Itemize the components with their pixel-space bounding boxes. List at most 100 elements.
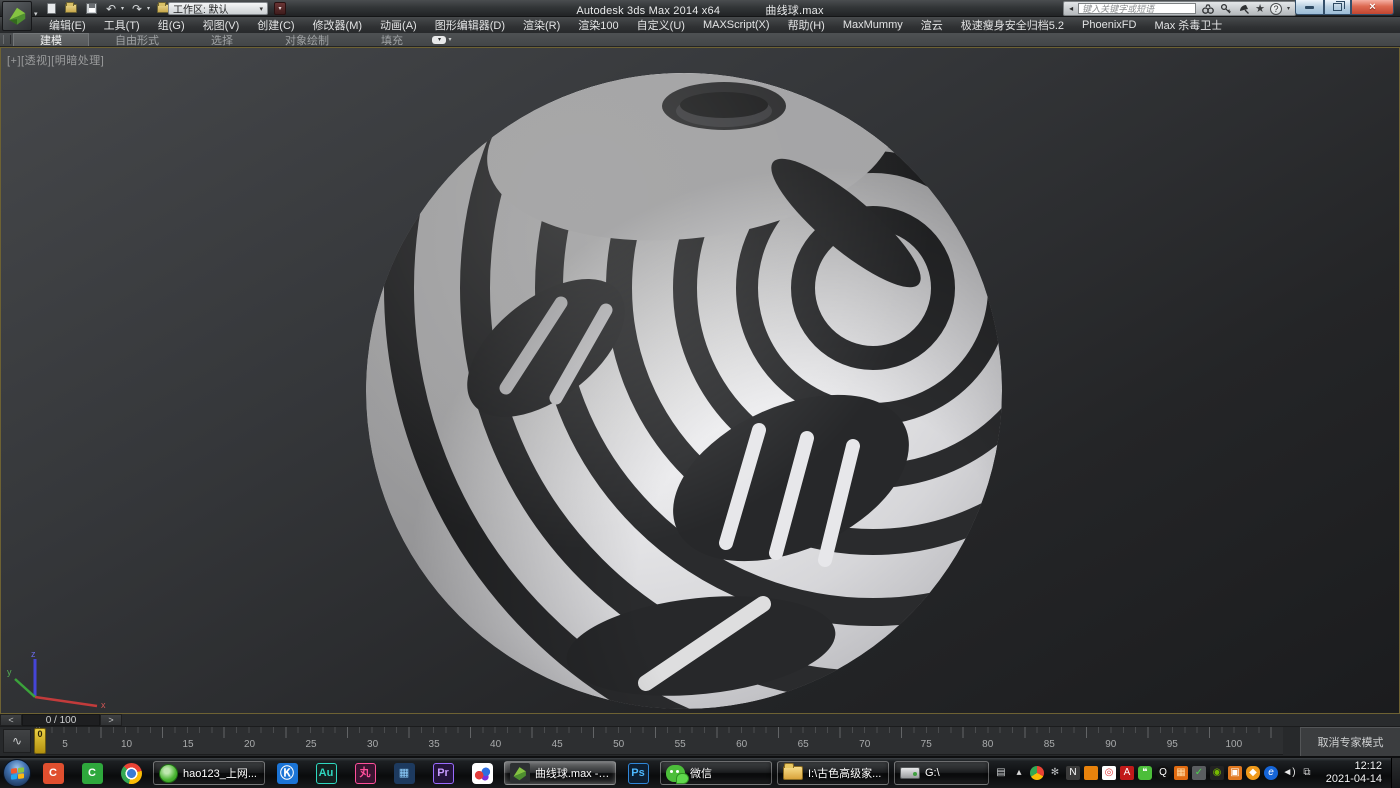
help-icon[interactable]: ? <box>1270 3 1282 15</box>
axis-x-label: x <box>101 700 106 709</box>
usb-eject[interactable]: ✓ <box>1192 766 1206 780</box>
help-caret-icon[interactable]: ▾ <box>1287 5 1290 12</box>
taskbar-pinned-photoshop[interactable]: Ps <box>621 759 655 787</box>
mini-curve-editor-button[interactable]: ∿ <box>3 729 31 753</box>
next-frame-button[interactable]: > <box>100 714 122 726</box>
taskbar-pinned-camtasia-studio[interactable]: C <box>75 759 109 787</box>
rings-tray[interactable]: ◎ <box>1102 766 1116 780</box>
timeline-tick-label: 65 <box>783 739 823 750</box>
timeline-tick-label: 20 <box>230 739 270 750</box>
menu-item[interactable]: 极速瘦身安全归档5.2 <box>952 17 1073 33</box>
ribbon-drag-grip[interactable] <box>3 35 11 44</box>
restore-button[interactable] <box>1324 0 1351 15</box>
menu-item[interactable]: 渲染(R) <box>514 17 569 33</box>
show-desktop-button[interactable] <box>1391 758 1400 788</box>
network[interactable]: ⧉ <box>1300 766 1314 780</box>
taskbar-pinned-camtasia-recorder[interactable]: C <box>36 759 70 787</box>
3ds-max-application-window: Autodesk 3ds Max 2014 x64 曲线球.max ↶▾ ↷▾ … <box>0 0 1400 788</box>
wechat-tray[interactable]: ❝ <box>1138 766 1152 780</box>
save-file-button[interactable] <box>84 2 98 15</box>
menu-item[interactable]: Max 杀毒卫士 <box>1145 17 1231 33</box>
nvidia-settings[interactable]: ◉ <box>1210 766 1224 780</box>
menu-item[interactable]: 图形编辑器(D) <box>426 17 514 33</box>
minimize-icon <box>1305 6 1314 9</box>
taskbar-window-drive-g[interactable]: G:\ <box>894 761 989 785</box>
acrobat[interactable]: A <box>1120 766 1134 780</box>
timeline-tick-label: 40 <box>476 739 516 750</box>
infocenter-search-input[interactable] <box>1078 3 1196 14</box>
menu-item[interactable]: MaxMummy <box>834 17 912 33</box>
taskbar-pinned-wan-renderer[interactable]: 丸 <box>348 759 382 787</box>
ribbon-tab-selection[interactable]: 选择 <box>185 33 259 46</box>
sign-in-key-icon[interactable] <box>1219 3 1232 15</box>
menu-item[interactable]: 自定义(U) <box>628 17 694 33</box>
taskbar-window-explorer-folder[interactable]: I:\古色高级家... <box>777 761 889 785</box>
infocenter-collapse-arrow-icon[interactable]: ◂ <box>1069 4 1073 13</box>
title-bar: Autodesk 3ds Max 2014 x64 曲线球.max ↶▾ ↷▾ … <box>0 0 1400 17</box>
menu-bar: 编辑(E) 工具(T) 组(G) 视图(V) 创建(C) 修改器(M) 动画(A… <box>0 17 1400 33</box>
hidden-icons-caret[interactable]: ▴ <box>1012 766 1026 780</box>
menu-item[interactable]: 渲染100 <box>569 17 627 33</box>
nvidia-shortcut[interactable]: N <box>1066 766 1080 780</box>
minimize-button[interactable] <box>1295 0 1324 15</box>
timeline-tick-label: 50 <box>599 739 639 750</box>
perspective-viewport[interactable]: [+][透视][明暗处理] <box>0 47 1400 714</box>
taskbar-pinned-keyshot[interactable]: Ⓚ <box>270 759 304 787</box>
taskbar-window-label: G:\ <box>925 767 940 779</box>
new-page-icon <box>47 3 56 14</box>
viewport-label[interactable]: [+][透视][明暗处理] <box>7 52 104 68</box>
ribbon-minimize-button[interactable]: ▾ ▾ <box>429 33 455 46</box>
volume[interactable]: ◄) <box>1282 766 1296 780</box>
taskbar-pinned-rings-app[interactable] <box>465 759 499 787</box>
e-manager[interactable]: e <box>1264 766 1278 780</box>
gray-snowflake[interactable]: ✻ <box>1048 766 1062 780</box>
timeline-tick-label: 60 <box>722 739 762 750</box>
menu-item[interactable]: 帮助(H) <box>779 17 834 33</box>
favorites-star-icon[interactable]: ★ <box>1255 3 1265 15</box>
input-keyboard[interactable]: ▤ <box>994 766 1008 780</box>
ribbon-tab-modeling[interactable]: 建模 <box>13 33 89 46</box>
redo-button[interactable]: ↷ <box>130 2 144 15</box>
ribbon-tab-object-paint[interactable]: 对象绘制 <box>259 33 355 46</box>
taskbar-window-wechat[interactable]: 微信 <box>660 761 772 785</box>
workspace-selector[interactable]: 工作区: 默认 ▾ <box>168 2 268 15</box>
application-menu-caret-icon[interactable]: ▾ <box>34 10 38 18</box>
taskbar-window-3dsmax[interactable]: 曲线球.max - ... <box>504 761 616 785</box>
close-button[interactable]: × <box>1351 0 1394 15</box>
axis-y-label: y <box>7 667 12 677</box>
qq-penguin[interactable]: Q <box>1156 766 1170 780</box>
redo-history-caret[interactable]: ▾ <box>147 5 150 12</box>
security-shield[interactable]: ◆ <box>1246 766 1260 780</box>
menu-item[interactable]: 编辑(E) <box>40 17 95 33</box>
orange-panel[interactable]: ▦ <box>1174 766 1188 780</box>
chrome-tray[interactable] <box>1030 766 1044 780</box>
previous-frame-button[interactable]: < <box>0 714 22 726</box>
new-scene-button[interactable] <box>44 2 58 15</box>
menu-item[interactable]: 渲云 <box>912 17 952 33</box>
timeline-tick-label: 85 <box>1029 739 1069 750</box>
taskbar-clock[interactable]: 12:12 2021-04-14 <box>1325 760 1382 786</box>
ribbon-tab-freeform[interactable]: 自由形式 <box>89 33 185 46</box>
undo-history-caret[interactable]: ▾ <box>121 5 124 12</box>
menu-item[interactable]: MAXScript(X) <box>694 17 779 33</box>
open-file-button[interactable] <box>64 2 78 15</box>
search-binoculars-icon[interactable] <box>1201 3 1214 15</box>
taskbar-pinned-premiere[interactable]: Pr <box>426 759 460 787</box>
taskbar-pinned-video-tiles[interactable]: ▦ <box>387 759 421 787</box>
undo-button[interactable]: ↶ <box>104 2 118 15</box>
ribbon-tab-populate[interactable]: 填充 <box>355 33 429 46</box>
menu-item[interactable]: PhoenixFD <box>1073 17 1145 33</box>
usb-stick[interactable] <box>1084 766 1098 780</box>
timeline-tick-label: 25 <box>291 739 331 750</box>
cancel-expert-mode-button[interactable]: 取消专家模式 <box>1318 734 1384 750</box>
communication-center-icon[interactable] <box>1237 3 1250 15</box>
toolbar-overflow-button[interactable]: ▾ <box>274 2 286 15</box>
taskbar-pinned-audition[interactable]: Au <box>309 759 343 787</box>
application-menu-button[interactable] <box>2 1 32 31</box>
start-button[interactable] <box>3 759 31 787</box>
orange-camera[interactable]: ▣ <box>1228 766 1242 780</box>
time-slider[interactable]: 0 <box>34 728 46 754</box>
clock-time: 12:12 <box>1325 760 1382 773</box>
taskbar-window-hao123[interactable]: hao123_上网... <box>153 761 265 785</box>
taskbar-pinned-chrome[interactable] <box>114 759 148 787</box>
